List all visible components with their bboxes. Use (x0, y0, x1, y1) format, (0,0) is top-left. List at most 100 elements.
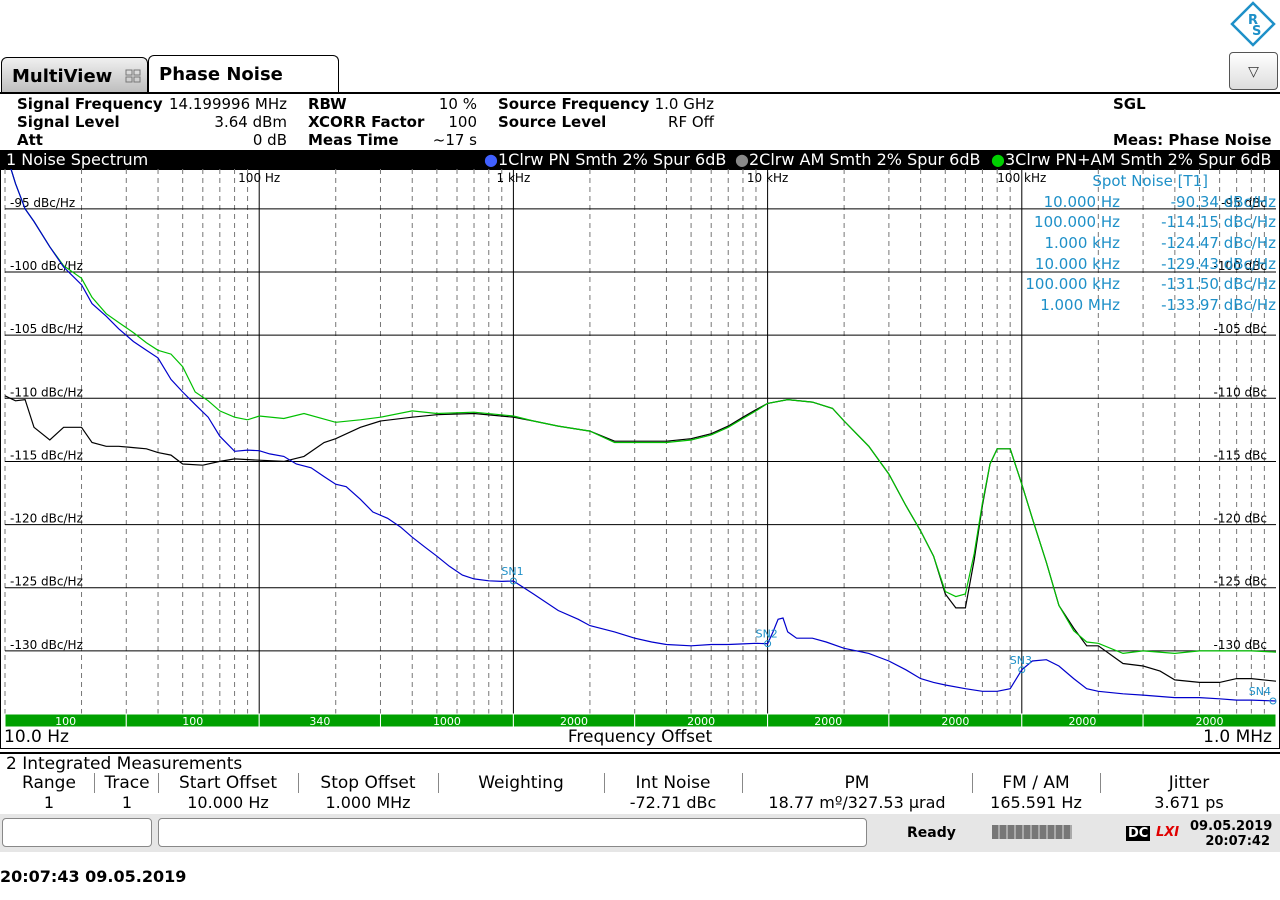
dc-badge: DC (1126, 826, 1151, 841)
chevron-down-icon: ▽ (1248, 64, 1259, 80)
y-tick-label: -125 dBc/Hz (10, 575, 83, 589)
source-level-label: Source Level (498, 113, 607, 131)
status-date: 09.05.2019 (1190, 819, 1273, 834)
ready-status: Ready (907, 825, 956, 841)
spot-noise-row: 10.000 Hz -90.34 dBc/Hz (1010, 192, 1278, 213)
integrated-value-cell: -72.71 dBc (629, 793, 717, 812)
trace1-legend: ●1Clrw PN Smth 2% Spur 6dB (484, 150, 726, 169)
spot-noise-value: -114.15 dBc/Hz (1161, 213, 1276, 232)
spot-noise-freq: 10.000 Hz (1043, 192, 1120, 211)
spot-noise-row: 10.000 kHz -129.43 dBc/Hz (1010, 254, 1278, 275)
spot-noise-freq: 100.000 kHz (1025, 275, 1120, 294)
integrated-header-cell: Jitter (1168, 773, 1210, 793)
rs-logo: R S (1230, 1, 1276, 47)
x-axis-footer: 10.0 Hz Frequency Offset 1.0 MHz (4, 727, 1276, 747)
integrated-value-cell: 1 (121, 793, 133, 812)
signal-frequency-label: Signal Frequency (17, 95, 163, 113)
source-level-value: RF Off (668, 113, 714, 131)
x-axis-label: Frequency Offset (567, 727, 713, 747)
integrated-value-cell (438, 793, 604, 812)
y-tick-label: -95 dBc/Hz (10, 196, 75, 210)
x-tick-label: 100 Hz (238, 171, 280, 185)
tab-phase-noise[interactable]: Phase Noise (148, 55, 339, 93)
tab-divider (0, 92, 1280, 94)
integrated-header-cell: Stop Offset (298, 773, 439, 793)
tab-multiview-label: MultiView (12, 66, 113, 87)
marker-label: SN4 (1249, 685, 1271, 698)
integrated-header-cell: Start Offset (158, 773, 299, 793)
trace1-dot-icon: ● (484, 150, 498, 169)
xcorr-value: 100 (448, 113, 477, 131)
spot-noise-title: Spot Noise [T1] (1092, 172, 1208, 190)
integrated-value-cell: 165.591 Hz (990, 793, 1082, 812)
trace3-legend: ●3Clrw PN+AM Smth 2% Spur 6dB (991, 150, 1272, 169)
x-tick-label: 10 kHz (747, 171, 788, 185)
spot-noise-freq: 10.000 kHz (1034, 254, 1120, 273)
att-label: Att (17, 131, 43, 149)
status-time: 20:07:42 (1205, 834, 1270, 849)
spot-noise-value: -131.50 dBc/Hz (1161, 275, 1276, 294)
y-tick-label: -110 dBc/Hz (10, 385, 83, 399)
screenshot-timestamp: 20:07:43 09.05.2019 (0, 867, 187, 886)
x-tick-label: 1 kHz (497, 171, 531, 185)
spot-noise-value: -133.97 dBc/Hz (1161, 296, 1276, 315)
meas-indicator: Meas: Phase Noise (1113, 131, 1272, 149)
trace2-dot-icon: ● (735, 150, 749, 169)
spot-noise-value: -129.43 dBc/Hz (1161, 254, 1276, 273)
svg-text:S: S (1252, 24, 1261, 39)
spot-noise-row: 100.000 Hz -114.15 dBc/Hz (1010, 212, 1278, 233)
y-tick-label-right: -125 dBc (1214, 575, 1268, 589)
meas-time-label: Meas Time (308, 131, 399, 149)
x-stop-label: 1.0 MHz (1203, 727, 1272, 747)
rbw-label: RBW (308, 95, 347, 113)
spot-noise-freq: 1.000 MHz (1040, 296, 1120, 315)
spot-noise-row: 1.000 MHz -133.97 dBc/Hz (1010, 295, 1278, 316)
tab-dropdown-button[interactable]: ▽ (1229, 52, 1278, 90)
spot-noise-freq: 1.000 kHz (1044, 234, 1120, 253)
meas-time-value: ~17 s (432, 131, 477, 149)
marker-label: SN2 (756, 628, 778, 641)
y-tick-label: -120 dBc/Hz (10, 512, 83, 526)
tab-multiview[interactable]: MultiView (1, 57, 148, 93)
integrated-header-cell: Int Noise (604, 773, 743, 793)
trace1-label: 1Clrw PN Smth 2% Spur 6dB (497, 150, 727, 169)
signal-frequency-value: 14.199996 MHz (169, 95, 287, 113)
integrated-value-cell: 10.000 Hz (187, 793, 269, 812)
spot-noise-value: -124.47 dBc/Hz (1161, 234, 1276, 253)
multiview-grid-icon (125, 69, 141, 83)
integrated-title[interactable]: 2 Integrated Measurements (0, 752, 1280, 774)
trace2-legend: ●2Clrw AM Smth 2% Spur 6dB (735, 150, 981, 169)
status-field-1[interactable] (2, 818, 152, 847)
window-title: 1 Noise Spectrum (6, 150, 149, 169)
y-tick-label-right: -105 dBc (1214, 322, 1268, 336)
y-tick-label: -105 dBc/Hz (10, 322, 83, 336)
window-title-bar[interactable]: 1 Noise Spectrum ●1Clrw PN Smth 2% Spur … (0, 150, 1280, 169)
spot-noise-value: -90.34 dBc/Hz (1170, 192, 1276, 211)
y-tick-label-right: -110 dBc (1214, 385, 1268, 399)
integrated-value-cell: 1 (43, 793, 55, 812)
spot-noise-table: Spot Noise [T1] 10.000 Hz -90.34 dBc/Hz 10… (1010, 171, 1278, 316)
trace2-label: 2Clrw AM Smth 2% Spur 6dB (748, 150, 981, 169)
marker-label: SN3 (1010, 654, 1032, 667)
spot-noise-row: 1.000 kHz -124.47 dBc/Hz (1010, 233, 1278, 254)
signal-level-value: 3.64 dBm (214, 113, 287, 131)
sgl-indicator: SGL (1113, 95, 1146, 113)
trace3-label: 3Clrw PN+AM Smth 2% Spur 6dB (1004, 150, 1272, 169)
source-frequency-value: 1.0 GHz (654, 95, 714, 113)
source-frequency-label: Source Frequency (498, 95, 650, 113)
y-tick-label: -115 dBc/Hz (10, 448, 83, 462)
spot-noise-row: 100.000 kHz -131.50 dBc/Hz (1010, 274, 1278, 295)
integrated-header-cell: Weighting (438, 773, 605, 793)
integrated-header-cell: FM / AM (972, 773, 1101, 793)
integrated-header-cell: PM (742, 773, 973, 793)
integrated-value-cell: 3.671 ps (1154, 793, 1224, 812)
status-field-2[interactable] (158, 818, 867, 847)
y-tick-label-right: -120 dBc (1214, 512, 1268, 526)
xcorr-label: XCORR Factor (308, 113, 425, 131)
y-tick-label: -130 dBc/Hz (10, 638, 83, 652)
integrated-value-cell: 1.000 MHz (325, 793, 411, 812)
integrated-value-cell: 18.77 mº/327.53 µrad (768, 793, 946, 812)
trace3-dot-icon: ● (991, 150, 1005, 169)
tab-phase-noise-label: Phase Noise (159, 64, 283, 85)
rbw-value: 10 % (438, 95, 477, 113)
